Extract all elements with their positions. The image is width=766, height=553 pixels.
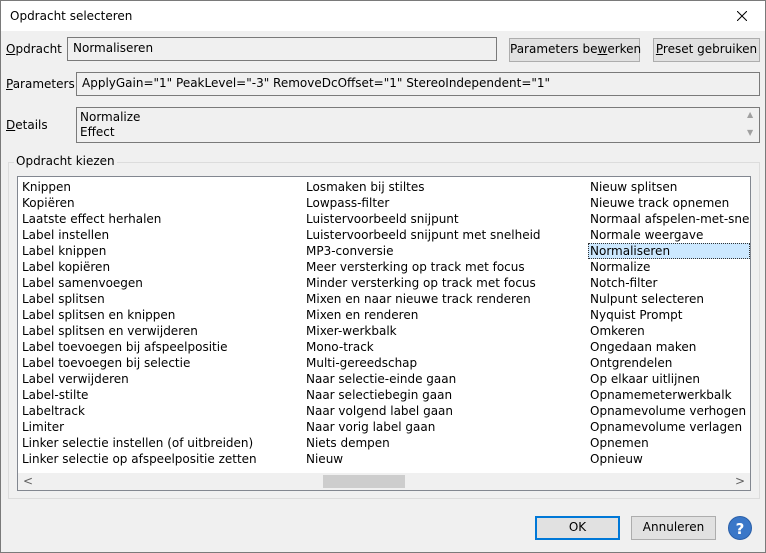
details-line: Effect <box>80 125 115 139</box>
command-list-column: Knippen Kopiëren Laatste effect herhalen La… <box>20 179 257 467</box>
list-item[interactable]: Label knippen <box>20 243 257 259</box>
select-command-dialog: Opdracht selecteren Opdracht Normalisere… <box>0 0 766 553</box>
parameters-field[interactable]: ApplyGain="1" PeakLevel="-3" RemoveDcOff… <box>76 72 760 96</box>
command-list-column: Losmaken bij stiltes Lowpass-filter Luiste… <box>304 179 541 467</box>
list-item[interactable]: Mixer-werkbalk <box>304 323 541 339</box>
scroll-up-icon[interactable]: ▲ <box>747 110 753 119</box>
list-item[interactable]: Nyquist Prompt <box>588 307 750 323</box>
list-item[interactable]: Multi-gereedschap <box>304 355 541 371</box>
list-item[interactable]: Linker selectie op afspeelpositie zetten <box>20 451 257 467</box>
list-item[interactable]: Label verwijderen <box>20 371 257 387</box>
scroll-left-icon[interactable]: < <box>23 474 33 488</box>
list-item[interactable]: Nieuw splitsen <box>588 179 750 195</box>
list-item[interactable]: Notch-filter <box>588 275 750 291</box>
details-line: Normalize <box>80 110 141 124</box>
close-button[interactable] <box>719 1 765 31</box>
list-item[interactable]: Opnamemeterwerkbalk <box>588 387 750 403</box>
scroll-down-icon[interactable]: ▼ <box>747 128 753 137</box>
command-field[interactable]: Normaliseren <box>67 37 497 61</box>
edit-parameters-label: Parameters bewerken <box>510 42 642 56</box>
list-item[interactable]: Label splitsen en verwijderen <box>20 323 257 339</box>
choose-command-label: Opdracht kiezen <box>14 154 117 168</box>
list-item[interactable]: Label instellen <box>20 227 257 243</box>
command-list-column: Nieuw splitsen Nieuwe track opnemen Normaa… <box>588 179 750 467</box>
list-item[interactable]: Luistervoorbeeld snijpunt <box>304 211 541 227</box>
list-item[interactable]: Normaliseren <box>588 243 750 259</box>
list-item[interactable]: Naar selectie-einde gaan <box>304 371 541 387</box>
list-item[interactable]: Nieuwe track opnemen <box>588 195 750 211</box>
list-item[interactable]: Normalize <box>588 259 750 275</box>
list-item[interactable]: Mixen en naar nieuwe track renderen <box>304 291 541 307</box>
list-item[interactable]: Label splitsen en knippen <box>20 307 257 323</box>
list-item[interactable]: Meer versterking op track met focus <box>304 259 541 275</box>
list-item[interactable]: Omkeren <box>588 323 750 339</box>
details-scrollbar[interactable]: ▲ ▼ <box>743 108 759 142</box>
list-item[interactable]: Naar volgend label gaan <box>304 403 541 419</box>
list-item[interactable]: Kopiëren <box>20 195 257 211</box>
list-item[interactable]: Opnamevolume verhogen <box>588 403 750 419</box>
command-list[interactable]: Knippen Kopiëren Laatste effect herhalen La… <box>17 176 751 491</box>
list-item[interactable]: Ontgrendelen <box>588 355 750 371</box>
list-item[interactable]: Niets dempen <box>304 435 541 451</box>
title-bar: Opdracht selecteren <box>1 1 765 31</box>
window-title: Opdracht selecteren <box>10 9 133 23</box>
list-item[interactable]: Op elkaar uitlijnen <box>588 371 750 387</box>
help-icon[interactable]: ? <box>728 516 752 540</box>
list-item[interactable]: Linker selectie instellen (of uitbreiden… <box>20 435 257 451</box>
scroll-right-icon[interactable]: > <box>735 474 745 488</box>
list-item[interactable]: Laatste effect herhalen <box>20 211 257 227</box>
list-item[interactable]: Lowpass-filter <box>304 195 541 211</box>
use-preset-label: Preset gebruiken <box>655 42 758 56</box>
list-item[interactable]: Mixen en renderen <box>304 307 541 323</box>
list-item[interactable]: Nulpunt selecteren <box>588 291 750 307</box>
cancel-button[interactable]: Annuleren <box>631 516 716 540</box>
list-item[interactable]: Label kopiëren <box>20 259 257 275</box>
ok-button[interactable]: OK <box>535 516 620 540</box>
list-item[interactable]: Ongedaan maken <box>588 339 750 355</box>
scrollbar-thumb[interactable] <box>323 475 405 488</box>
list-item[interactable]: Opnamevolume verlagen <box>588 419 750 435</box>
use-preset-button[interactable]: Preset gebruiken <box>653 38 760 62</box>
list-item[interactable]: Labeltrack <box>20 403 257 419</box>
list-item[interactable]: Mono-track <box>304 339 541 355</box>
list-item[interactable]: Minder versterking op track met focus <box>304 275 541 291</box>
details-label: Details <box>6 118 48 132</box>
list-item[interactable]: Normaal afspelen-met-snelheid <box>588 211 750 227</box>
list-item[interactable]: Label-stilte <box>20 387 257 403</box>
details-box[interactable]: Normalize Effect ▲ ▼ <box>76 107 760 143</box>
close-icon <box>737 11 747 21</box>
command-label: Opdracht <box>6 42 62 56</box>
parameters-label: Parameters <box>6 77 75 91</box>
list-item[interactable]: Losmaken bij stiltes <box>304 179 541 195</box>
list-item[interactable]: Opnieuw <box>588 451 750 467</box>
list-item[interactable]: Naar selectiebegin gaan <box>304 387 541 403</box>
list-item[interactable]: Limiter <box>20 419 257 435</box>
list-item[interactable]: Nieuw <box>304 451 541 467</box>
list-item[interactable]: Label toevoegen bij afspeelpositie <box>20 339 257 355</box>
list-item[interactable]: Opnemen <box>588 435 750 451</box>
horizontal-scrollbar[interactable]: < > <box>18 473 750 490</box>
list-item[interactable]: Knippen <box>20 179 257 195</box>
edit-parameters-button[interactable]: Parameters bewerken <box>509 38 642 62</box>
list-item[interactable]: Luistervoorbeeld snijpunt met snelheid <box>304 227 541 243</box>
list-item[interactable]: MP3-conversie <box>304 243 541 259</box>
list-item[interactable]: Label splitsen <box>20 291 257 307</box>
list-item[interactable]: Normale weergave <box>588 227 750 243</box>
list-item[interactable]: Label samenvoegen <box>20 275 257 291</box>
list-item[interactable]: Label toevoegen bij selectie <box>20 355 257 371</box>
list-item[interactable]: Naar vorig label gaan <box>304 419 541 435</box>
